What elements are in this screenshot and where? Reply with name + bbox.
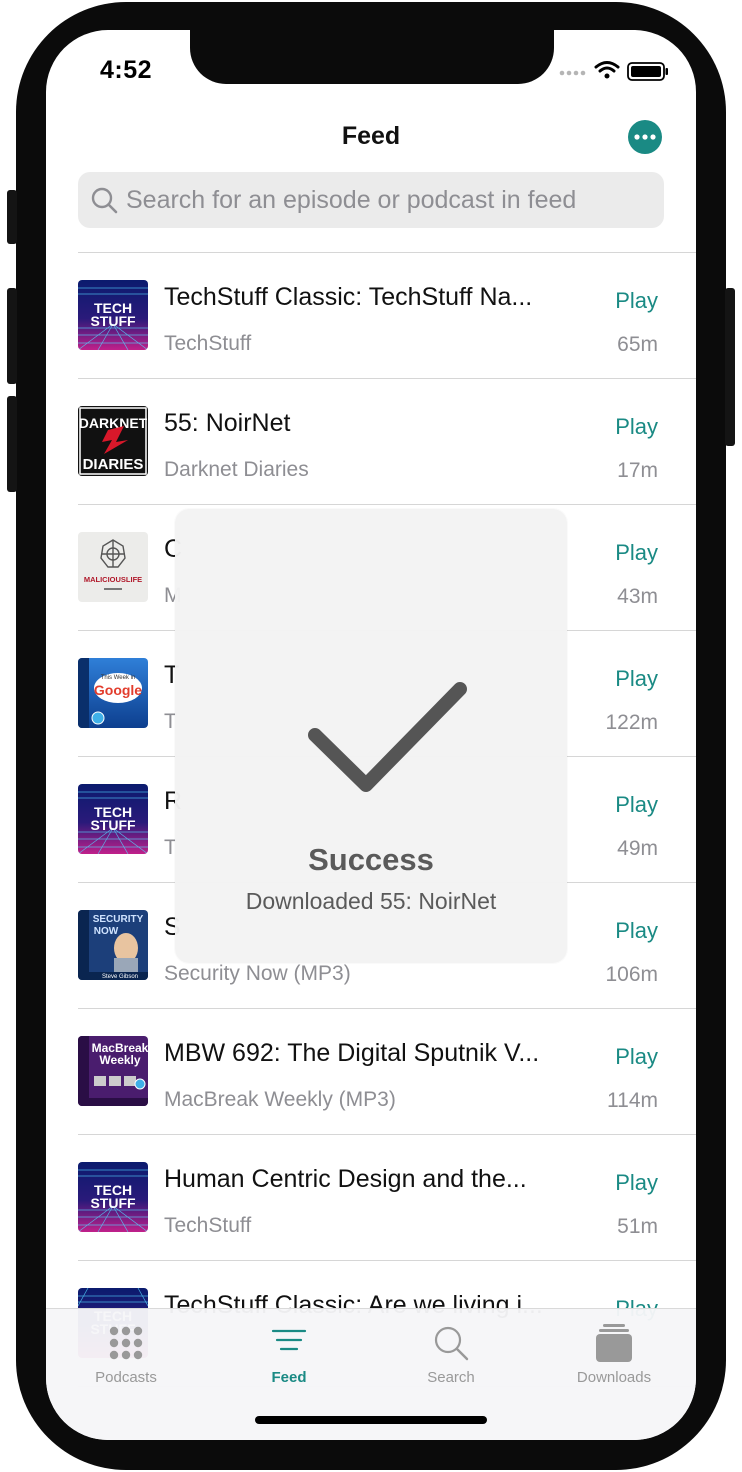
cellular-signal-icon	[559, 70, 586, 76]
search-icon	[91, 187, 118, 214]
episode-title: Human Centric Design and the...	[164, 1165, 527, 1193]
tab-label: Search	[427, 1369, 475, 1386]
feed-lines-icon	[271, 1329, 307, 1351]
podcast-artwork-techstuff: TECH STUFF	[78, 280, 148, 350]
svg-text:Steve Gibson: Steve Gibson	[102, 974, 138, 980]
hud-title: Success	[308, 842, 434, 877]
episode-podcast-name: MacBreak Weekly (MP3)	[164, 1088, 396, 1111]
svg-text:STUFF: STUFF	[90, 313, 136, 329]
svg-text:DIARIES: DIARIES	[83, 456, 144, 473]
app-screen: 4:52 Feed Search for an episode or podca…	[46, 30, 696, 1440]
page-title: Feed	[341, 122, 401, 150]
play-button[interactable]: Play	[615, 918, 658, 944]
svg-text:STUFF: STUFF	[90, 1195, 136, 1211]
episode-duration: 49m	[617, 837, 658, 860]
play-button[interactable]: Play	[615, 1170, 658, 1196]
search-placeholder: Search for an episode or podcast in feed	[126, 185, 577, 214]
play-button[interactable]: Play	[615, 414, 658, 440]
episode-podcast-name: Security Now (MP3)	[164, 962, 351, 985]
device-volume-down	[7, 396, 17, 492]
podcast-artwork-malicious-life: MALICIOUSLIFE	[78, 532, 148, 602]
tab-downloads[interactable]: Downloads	[534, 1323, 694, 1386]
episode-duration: 43m	[617, 585, 658, 608]
tab-label: Downloads	[576, 1369, 652, 1386]
svg-text:MALICIOUSLIFE: MALICIOUSLIFE	[84, 575, 142, 584]
svg-text:This Week in: This Week in	[101, 675, 136, 681]
play-button[interactable]: Play	[615, 792, 658, 818]
podcast-artwork-techstuff: TECH STUFF	[78, 1162, 148, 1232]
search-field[interactable]: Search for an episode or podcast in feed	[78, 172, 664, 228]
hud-message: Downloaded 55: NoirNet	[245, 888, 497, 914]
svg-text:STUFF: STUFF	[90, 817, 136, 833]
svg-text:Weekly: Weekly	[99, 1053, 140, 1067]
play-button[interactable]: Play	[615, 288, 658, 314]
episode-row[interactable]: TECH STUFF TechStuff Classic: TechStuff …	[78, 253, 696, 379]
episode-title: TechStuff Classic: TechStuff Na...	[164, 283, 533, 311]
episode-duration: 65m	[617, 333, 658, 356]
device-power-button	[725, 288, 735, 446]
episode-duration: 106m	[605, 963, 658, 986]
notch	[190, 30, 554, 84]
episode-title: 55: NoirNet	[164, 409, 291, 437]
podcast-artwork-security-now: SECURITY NOW Steve Gibson	[78, 910, 148, 980]
podcast-artwork-this-week-in-google: This Week in Google	[78, 658, 148, 728]
podcast-artwork-macbreak-weekly: MacBreak Weekly	[78, 1036, 148, 1106]
podcast-artwork-darknet-diaries: DARKNET DIARIES	[78, 406, 148, 476]
play-button[interactable]: Play	[615, 666, 658, 692]
svg-text:NOW: NOW	[94, 926, 119, 937]
play-button[interactable]: Play	[615, 540, 658, 566]
podcast-artwork-techstuff: TECH STUFF	[78, 784, 148, 854]
svg-text:Google: Google	[94, 682, 142, 698]
episode-row[interactable]: MacBreak Weekly MBW 692: The Digital Spu…	[78, 1009, 696, 1135]
episode-duration: 114m	[607, 1089, 658, 1112]
wifi-icon	[594, 61, 620, 79]
home-indicator[interactable]	[255, 1416, 487, 1424]
tab-search[interactable]: Search	[371, 1323, 531, 1386]
play-button[interactable]: Play	[615, 1044, 658, 1070]
status-icons	[559, 61, 668, 81]
tab-feed[interactable]: Feed	[209, 1323, 369, 1386]
success-hud: Success Downloaded 55: NoirNet	[175, 509, 567, 963]
episode-row[interactable]: DARKNET DIARIES 55: NoirNet Darknet Diar…	[78, 379, 696, 505]
tab-podcasts[interactable]: Podcasts	[46, 1323, 206, 1386]
episode-duration: 17m	[617, 459, 658, 482]
device-mute-switch	[7, 190, 17, 244]
episode-duration: 122m	[605, 711, 658, 734]
tab-label: Feed	[271, 1369, 307, 1386]
episode-podcast-name: TechStuff	[164, 1214, 252, 1237]
episode-title: MBW 692: The Digital Sputnik V...	[164, 1039, 540, 1067]
downloads-stack-icon	[596, 1324, 632, 1362]
grid-icon	[109, 1326, 143, 1360]
episode-podcast-name: TechStuff	[164, 332, 252, 355]
episode-podcast-name: Darknet Diaries	[164, 458, 309, 481]
episode-row[interactable]: TECH STUFF Human Centric Design and the.…	[78, 1135, 696, 1261]
status-time: 4:52	[100, 56, 153, 84]
svg-text:DARKNET: DARKNET	[79, 415, 148, 431]
episode-duration: 51m	[617, 1215, 658, 1238]
checkmark-icon	[308, 682, 467, 792]
more-options-button[interactable]	[628, 120, 662, 154]
battery-icon	[627, 62, 668, 81]
ellipsis-icon	[634, 134, 656, 140]
search-icon	[434, 1326, 469, 1361]
svg-text:SECURITY: SECURITY	[93, 914, 144, 925]
tab-label: Podcasts	[95, 1369, 157, 1386]
device-volume-up	[7, 288, 17, 384]
